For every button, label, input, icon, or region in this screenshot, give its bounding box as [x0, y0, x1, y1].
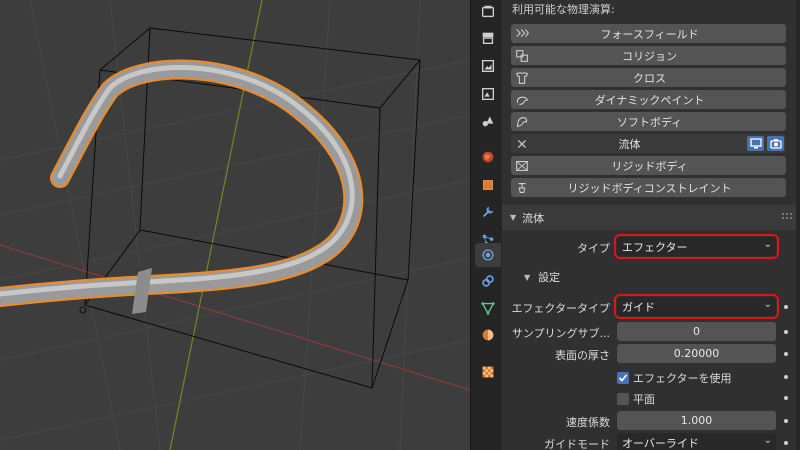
keyframe-dot-icon[interactable]	[784, 441, 788, 445]
tab-render[interactable]	[475, 26, 501, 50]
render-icon	[480, 30, 496, 46]
checkbox-checked-icon[interactable]	[617, 372, 629, 384]
tab-view-layer[interactable]	[475, 82, 501, 106]
physics-button-label: リジッドボディ	[611, 159, 688, 173]
modifier-icon	[480, 204, 496, 220]
physics-button-rigid-body-constraint[interactable]: リジッドボディコンストレイント	[511, 178, 786, 197]
physics-button-rigid-body[interactable]: リジッドボディ	[511, 156, 786, 175]
physics-icon	[480, 247, 496, 263]
tab-material[interactable]	[475, 323, 501, 347]
physics-button-collision[interactable]: コリジョン	[511, 46, 786, 65]
properties-tab-bar	[470, 0, 502, 450]
rigid-body-icon	[511, 156, 533, 175]
object-icon	[480, 177, 496, 193]
tab-physics[interactable]	[475, 243, 501, 267]
properties-scrollbar[interactable]	[796, 0, 800, 450]
close-icon[interactable]	[511, 134, 533, 153]
chevron-down-icon: ⌄	[763, 239, 772, 250]
physics-button-cloth[interactable]: クロス	[511, 68, 786, 87]
subframes-label: サンプリングサブ...	[511, 327, 610, 340]
keyframe-dot-icon[interactable]	[784, 396, 788, 400]
world-icon	[480, 149, 496, 165]
texture-icon	[480, 364, 496, 380]
type-label: タイプ	[577, 242, 610, 255]
cloth-icon	[511, 68, 533, 87]
tab-modifier[interactable]	[475, 200, 501, 224]
physics-button-label: フォースフィールド	[600, 27, 699, 41]
keyframe-dot-icon[interactable]	[784, 375, 788, 379]
use-effector-checkbox[interactable]: エフェクターを使用	[617, 370, 732, 386]
keyframe-dot-icon[interactable]	[784, 330, 788, 334]
keyframe-dot-icon[interactable]	[784, 419, 788, 423]
surface-thickness-label: 表面の厚さ	[555, 349, 610, 362]
keyframe-dot-icon[interactable]	[784, 352, 788, 356]
effector-type-dropdown[interactable]: ガイド ⌄	[614, 294, 779, 319]
rigid-body-constraint-icon	[511, 178, 533, 197]
object-origin	[79, 306, 87, 314]
tab-scene[interactable]	[475, 109, 501, 133]
guide-mode-label: ガイドモード	[544, 438, 610, 450]
fluid-panel-title: 流体	[522, 211, 545, 225]
output-icon	[480, 58, 496, 74]
physics-button-soft-body[interactable]: ソフトボディ	[511, 112, 786, 131]
fluid-panel-header[interactable]: ▼ 流体	[502, 205, 800, 230]
dynamic-paint-icon	[511, 90, 533, 109]
physics-button-force-field[interactable]: フォースフィールド	[511, 24, 786, 43]
fluid-type-value: エフェクター	[622, 240, 688, 254]
effector-type-label: エフェクタータイプ	[511, 302, 610, 315]
velocity-factor-label: 速度係数	[566, 416, 610, 429]
surface-thickness-field[interactable]: 0.20000	[617, 344, 776, 363]
view-layer-icon	[480, 86, 496, 102]
expand-triangle-icon: ▼	[524, 272, 531, 282]
velocity-factor-field[interactable]: 1.000	[617, 411, 776, 430]
physics-button-close[interactable]: 流体	[511, 134, 786, 153]
tab-tool[interactable]	[475, 0, 501, 24]
tab-data[interactable]	[475, 296, 501, 320]
physics-button-dynamic-paint[interactable]: ダイナミックペイント	[511, 90, 786, 109]
tab-world[interactable]	[475, 145, 501, 169]
settings-subpanel-header[interactable]: ▼ 設定	[502, 266, 800, 288]
material-icon	[480, 327, 496, 343]
subframes-field[interactable]: 0	[617, 322, 776, 341]
expand-triangle-icon: ▼	[510, 213, 517, 222]
use-effector-label: エフェクターを使用	[633, 372, 732, 385]
tool-icon	[480, 4, 496, 20]
checkbox-unchecked-icon[interactable]	[617, 393, 629, 405]
3d-viewport[interactable]	[0, 0, 470, 450]
guide-mode-value: オーバーライド	[622, 436, 699, 450]
properties-panel: 利用可能な物理演算: フォースフィールド コリジョンクロスダイナミックペイント ソフ…	[502, 0, 800, 450]
render-visibility-icon[interactable]	[767, 136, 784, 151]
viewport-canvas[interactable]	[0, 0, 470, 450]
physics-button-label: ソフトボディ	[616, 115, 683, 129]
tab-texture[interactable]	[475, 360, 501, 384]
available-physics-title: 利用可能な物理演算:	[512, 3, 615, 16]
physics-button-label: コリジョン	[622, 49, 677, 63]
fluid-type-dropdown[interactable]: エフェクター ⌄	[614, 234, 779, 259]
chevron-down-icon: ⌄	[763, 299, 772, 310]
data-icon	[480, 300, 496, 316]
tab-output[interactable]	[475, 54, 501, 78]
scene-icon	[480, 113, 496, 129]
constraints-icon	[480, 273, 496, 289]
x-axis-line	[0, 244, 470, 391]
viewport-visibility-icon[interactable]	[747, 136, 764, 151]
force-field-icon	[511, 24, 533, 43]
physics-button-label: ダイナミックペイント	[594, 93, 705, 107]
tab-constraints[interactable]	[475, 269, 501, 293]
settings-subpanel-title: 設定	[538, 271, 561, 284]
collision-icon	[511, 46, 533, 65]
planar-checkbox[interactable]: 平面	[617, 391, 655, 407]
physics-button-label: クロス	[633, 71, 666, 85]
physics-button-label: リジッドボディコンストレイント	[567, 181, 732, 195]
planar-label: 平面	[633, 393, 655, 406]
keyframe-dot-icon[interactable]	[784, 305, 788, 309]
effector-type-value: ガイド	[622, 300, 655, 314]
soft-body-icon	[511, 112, 533, 131]
chevron-down-icon: ⌄	[763, 435, 772, 446]
tab-object[interactable]	[475, 173, 501, 197]
drag-handle-icon[interactable]	[782, 213, 792, 219]
guide-mode-dropdown[interactable]: オーバーライド ⌄	[617, 433, 776, 450]
